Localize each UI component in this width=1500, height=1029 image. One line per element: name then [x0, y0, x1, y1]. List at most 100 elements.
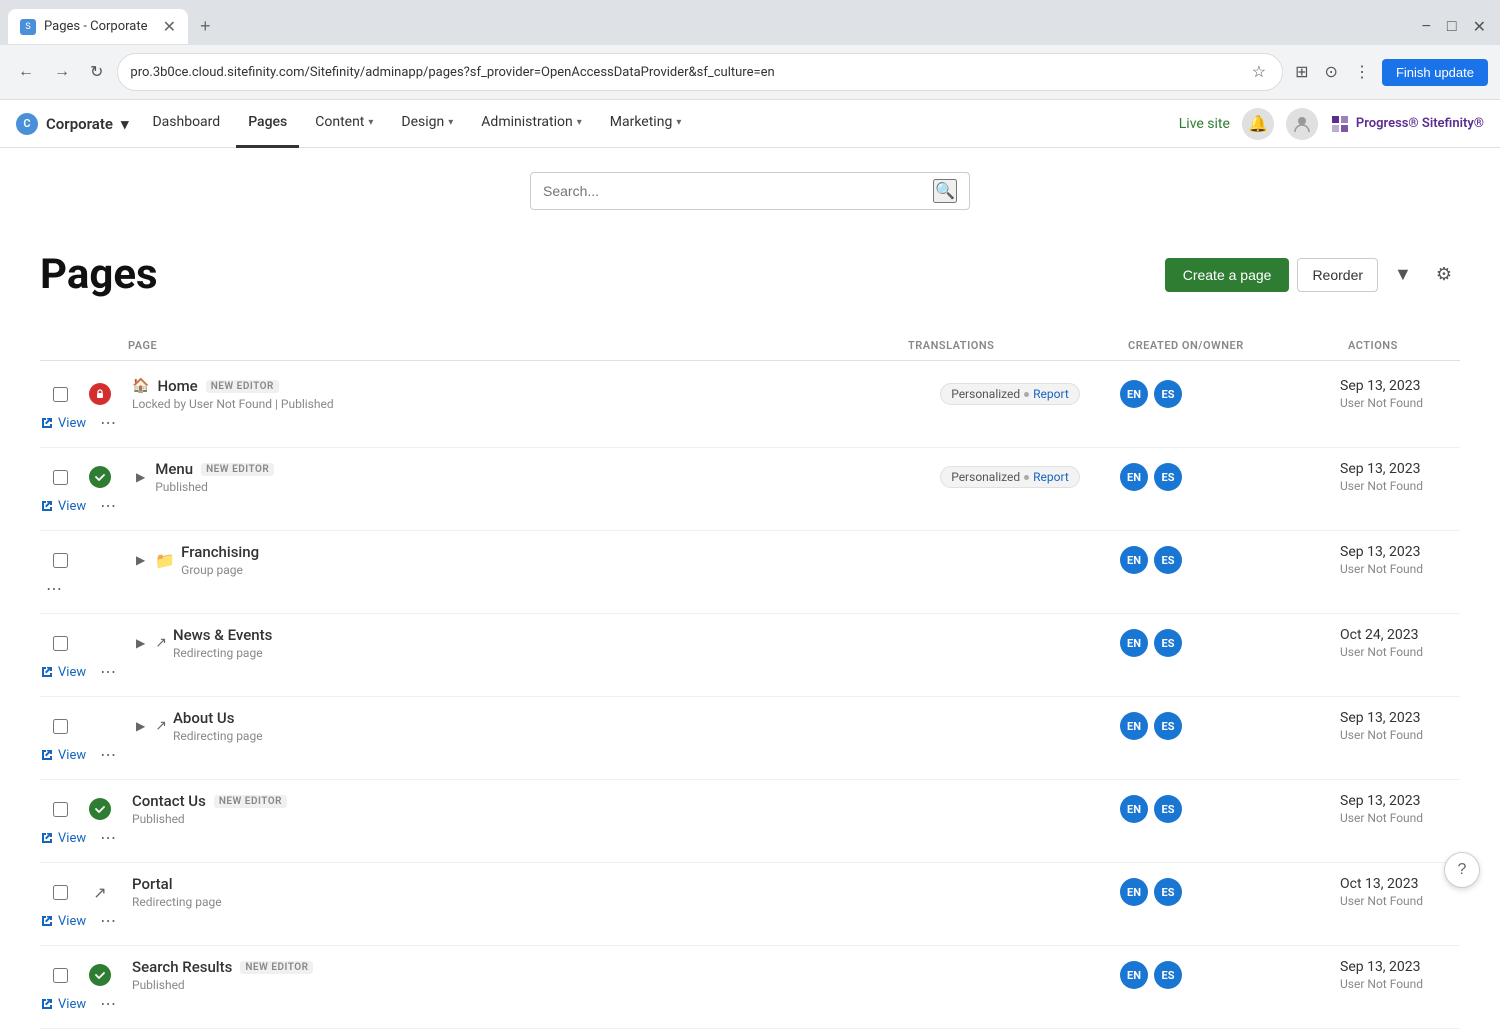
nav-item-dashboard[interactable]: Dashboard [140, 100, 232, 148]
lang-es-badge-5[interactable]: ES [1154, 712, 1182, 740]
profile-icon[interactable]: ⊙ [1321, 58, 1342, 86]
more-actions-8[interactable]: ⋯ [94, 992, 122, 1016]
reorder-button[interactable]: Reorder [1297, 258, 1378, 292]
bookmark-icon[interactable]: ☆ [1248, 58, 1270, 86]
nav-item-pages[interactable]: Pages [236, 100, 299, 148]
created-col-6: Sep 13, 2023 User Not Found [1340, 793, 1460, 825]
folder-icon: 📁 [155, 551, 175, 570]
lang-es-badge-3[interactable]: ES [1154, 546, 1182, 574]
view-link-5[interactable]: View [40, 748, 86, 763]
settings-icon[interactable]: ⚙ [1428, 256, 1460, 293]
lang-es-badge-2[interactable]: ES [1154, 463, 1182, 491]
lang-es-badge-6[interactable]: ES [1154, 795, 1182, 823]
close-window-icon[interactable]: ✕ [1467, 13, 1492, 41]
created-col-4: Oct 24, 2023 User Not Found [1340, 627, 1460, 659]
lang-es-badge-8[interactable]: ES [1154, 961, 1182, 989]
lang-en-badge-7[interactable]: EN [1120, 878, 1148, 906]
extensions-icon[interactable]: ⊞ [1291, 58, 1312, 86]
table-row: Contact Us NEW EDITOR Published EN ES Se… [40, 780, 1460, 863]
more-actions-4[interactable]: ⋯ [94, 660, 122, 684]
maximize-icon[interactable]: □ [1441, 14, 1463, 40]
view-link-4[interactable]: View [40, 665, 86, 680]
view-link-8[interactable]: View [40, 997, 86, 1012]
row-checkbox-6[interactable] [40, 802, 80, 817]
search-container: 🔍 [40, 148, 1460, 226]
row-page-info-5: ▶ ↗ About Us Redirecting page [120, 709, 900, 743]
row-checkbox-5[interactable] [40, 719, 80, 734]
search-icon[interactable]: 🔍 [933, 179, 957, 203]
row-checkbox-7[interactable] [40, 885, 80, 900]
url-bar: pro.3b0ce.cloud.sitefinity.com/Sitefinit… [117, 53, 1283, 91]
page-name-col-3: Franchising Group page [181, 543, 259, 577]
brand-label: Corporate [46, 115, 113, 133]
actions-col-1: View ⋯ [40, 411, 80, 435]
th-translations: TRANSLATIONS [900, 339, 1120, 352]
published-status-icon-8 [89, 964, 111, 986]
expand-news-button[interactable]: ▶ [132, 634, 149, 652]
new-tab-button[interactable]: + [192, 8, 219, 45]
minimize-icon[interactable]: − [1416, 14, 1437, 40]
nav-item-administration[interactable]: Administration ▾ [469, 100, 593, 148]
create-page-button[interactable]: Create a page [1165, 258, 1290, 292]
lang-en-badge-5[interactable]: EN [1120, 712, 1148, 740]
user-avatar[interactable] [1286, 108, 1318, 140]
report-link-2[interactable]: Report [1033, 470, 1069, 484]
row-checkbox-2[interactable] [40, 470, 80, 485]
active-tab[interactable]: S Pages - Corporate ✕ [8, 9, 188, 44]
translations-col-4: EN ES [1120, 629, 1340, 657]
view-link-2[interactable]: View [40, 499, 86, 514]
more-actions-1[interactable]: ⋯ [94, 411, 122, 435]
created-col-8: Sep 13, 2023 User Not Found [1340, 959, 1460, 991]
lang-es-badge-4[interactable]: ES [1154, 629, 1182, 657]
row-checkbox-8[interactable] [40, 968, 80, 983]
row-checkbox-4[interactable] [40, 636, 80, 651]
nav-item-design[interactable]: Design ▾ [389, 100, 465, 148]
lang-en-badge-8[interactable]: EN [1120, 961, 1148, 989]
close-tab-icon[interactable]: ✕ [163, 17, 176, 36]
more-actions-7[interactable]: ⋯ [94, 909, 122, 933]
forward-button[interactable]: → [48, 59, 76, 85]
row-status-6 [80, 798, 120, 820]
more-actions-3[interactable]: ⋯ [40, 577, 68, 601]
view-link-6[interactable]: View [40, 831, 86, 846]
expand-menu-button[interactable]: ▶ [132, 468, 149, 486]
finish-update-button[interactable]: Finish update [1382, 59, 1488, 86]
search-input[interactable] [543, 183, 933, 199]
nav-item-content[interactable]: Content ▾ [303, 100, 385, 148]
lang-en-badge-6[interactable]: EN [1120, 795, 1148, 823]
expand-franchising-button[interactable]: ▶ [132, 551, 149, 569]
expand-about-button[interactable]: ▶ [132, 717, 149, 735]
more-actions-6[interactable]: ⋯ [94, 826, 122, 850]
home-icon: 🏠 [132, 378, 149, 394]
more-actions-2[interactable]: ⋯ [94, 494, 122, 518]
marketing-arrow-icon: ▾ [676, 117, 681, 128]
view-link-7[interactable]: View [40, 914, 86, 929]
nav-item-marketing[interactable]: Marketing ▾ [598, 100, 694, 148]
filter-icon[interactable]: ▼ [1386, 256, 1420, 293]
refresh-button[interactable]: ↻ [84, 58, 109, 86]
back-button[interactable]: ← [12, 59, 40, 85]
live-site-link[interactable]: Live site [1179, 116, 1230, 132]
row-checkbox-3[interactable] [40, 553, 80, 568]
lang-en-badge-2[interactable]: EN [1120, 463, 1148, 491]
lang-en-badge-4[interactable]: EN [1120, 629, 1148, 657]
view-link-1[interactable]: View [40, 416, 86, 431]
dot-separator [1024, 392, 1029, 397]
row-checkbox-1[interactable] [40, 387, 80, 402]
notifications-icon[interactable]: 🔔 [1242, 108, 1274, 140]
settings-menu-icon[interactable]: ⋮ [1350, 58, 1374, 86]
lang-es-badge[interactable]: ES [1154, 380, 1182, 408]
lang-en-badge[interactable]: EN [1120, 380, 1148, 408]
row-page-info-7: Portal Redirecting page [120, 875, 900, 909]
dot-separator-2 [1024, 475, 1029, 480]
help-button[interactable]: ? [1444, 852, 1480, 888]
page-name-col-8: Search Results NEW EDITOR Published [132, 958, 313, 992]
brand-logo[interactable]: C Corporate ▾ [16, 113, 128, 135]
more-actions-5[interactable]: ⋯ [94, 743, 122, 767]
lang-en-badge-3[interactable]: EN [1120, 546, 1148, 574]
actions-col-7: View ⋯ [40, 909, 80, 933]
lang-es-badge-7[interactable]: ES [1154, 878, 1182, 906]
tab-title: Pages - Corporate [44, 19, 155, 34]
report-link-1[interactable]: Report [1033, 387, 1069, 401]
page-name-col-5: About Us Redirecting page [173, 709, 263, 743]
